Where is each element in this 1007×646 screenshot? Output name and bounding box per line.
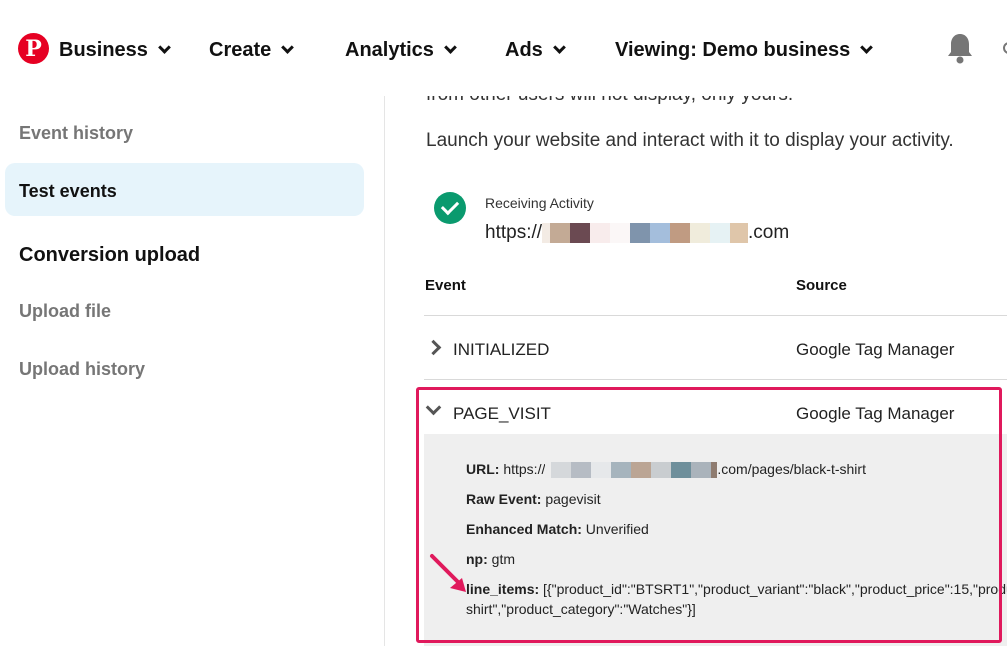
annotation-arrow-icon	[430, 554, 466, 592]
chevron-down-icon	[281, 40, 295, 54]
column-header-event: Event	[425, 277, 466, 294]
receiving-activity-url: https:// .com	[485, 222, 790, 243]
chevron-down-icon	[444, 40, 457, 54]
check-circle-icon	[434, 192, 466, 224]
notifications-bell-icon[interactable]	[946, 32, 974, 64]
nav-create-menu[interactable]: Create	[209, 36, 295, 64]
instruction-text-partial: from other users will not display, only …	[426, 96, 793, 106]
sidebar: Event history Test events Conversion upl…	[0, 96, 385, 646]
column-header-source: Source	[796, 277, 847, 294]
nav-analytics-menu[interactable]: Analytics	[345, 36, 457, 64]
chevron-down-icon	[552, 40, 566, 54]
event-row-initialized-name[interactable]: INITIALIZED	[453, 340, 549, 360]
highlight-box	[416, 387, 1002, 643]
sidebar-item-upload-history[interactable]: Upload history	[19, 359, 145, 380]
sidebar-item-event-history[interactable]: Event history	[19, 123, 133, 144]
chevron-down-icon	[158, 40, 171, 54]
messages-icon[interactable]	[1003, 42, 1007, 54]
redacted-domain	[542, 223, 749, 243]
top-nav: P Business Create Analytics Ads Viewing:…	[0, 0, 1007, 96]
nav-ads-menu[interactable]: Ads	[505, 36, 566, 64]
divider	[424, 379, 1007, 380]
event-row-initialized-source: Google Tag Manager	[796, 340, 955, 359]
chevron-down-icon	[860, 40, 874, 54]
divider	[424, 315, 1007, 316]
sidebar-item-test-events-label: Test events	[19, 181, 117, 201]
chevron-right-icon[interactable]	[425, 339, 442, 356]
sidebar-heading-conversion-upload: Conversion upload	[19, 244, 201, 266]
receiving-activity-label: Receiving Activity	[485, 195, 594, 211]
instruction-text: Launch your website and interact with it…	[426, 130, 954, 151]
nav-viewing-account-menu[interactable]: Viewing: Demo business	[615, 36, 874, 64]
sidebar-item-upload-file[interactable]: Upload file	[19, 301, 111, 322]
pinterest-logo-icon[interactable]: P	[18, 33, 49, 64]
nav-business-menu[interactable]: Business	[59, 36, 171, 64]
